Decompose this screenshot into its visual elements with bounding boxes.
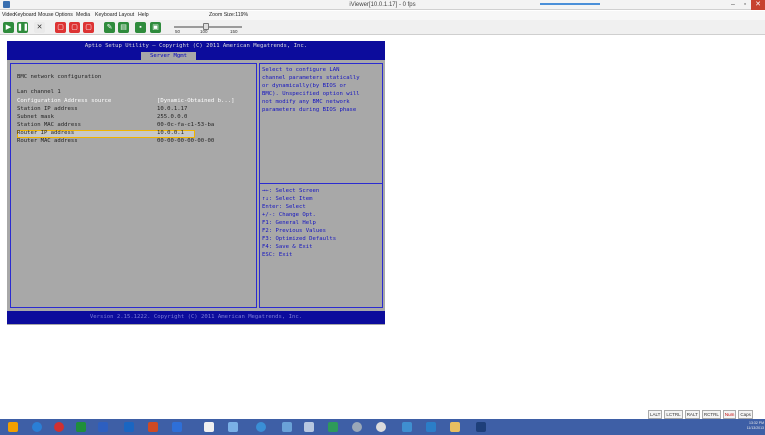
key-indicator-num: Num — [722, 410, 737, 419]
help-line: BMC). Unspecified option will — [262, 91, 360, 97]
key-indicator-caps: Caps — [738, 410, 753, 419]
help-divider — [260, 183, 382, 184]
chrome-icon[interactable] — [54, 422, 64, 432]
station-ip-label: Station IP address — [17, 106, 78, 112]
help-line: or dynamically(by BIOS or — [262, 83, 347, 89]
folder-icon[interactable] — [450, 422, 460, 432]
router-ip-value: 10.0.0.1 — [157, 130, 184, 136]
maximize-button[interactable]: ▫ — [739, 0, 751, 10]
close-button[interactable]: ✕ — [751, 0, 765, 10]
help-line: parameters during BIOS phase — [262, 107, 357, 113]
start-windows-icon[interactable] — [8, 422, 18, 432]
menu-help[interactable]: Help — [138, 11, 149, 20]
pause-icon[interactable]: ❚❚ — [17, 22, 29, 33]
menu-mouse[interactable]: Mouse — [38, 11, 54, 20]
settings-icon[interactable] — [352, 422, 362, 432]
tool-icon[interactable] — [172, 422, 182, 432]
menu-keyboard-layout[interactable]: Keyboard Layout — [95, 11, 134, 20]
tab-server-mgmt[interactable]: Server Mgmt — [141, 52, 196, 60]
tray-clock[interactable]: 13:32 PM 11/13/2013 — [736, 421, 764, 431]
help-panel: Select to configure LAN channel paramete… — [259, 63, 383, 308]
bios-title: Aptio Setup Utility – Copyright (C) 2011… — [84, 43, 308, 49]
router-mac-value: 00-00-00-00-00-00 — [157, 138, 215, 144]
station-mac-label: Station MAC address — [17, 122, 81, 128]
title-progress — [540, 3, 600, 5]
keyboard-icon[interactable]: ▢ — [69, 22, 80, 33]
window-titlebar: iViewer[10.0.1.17] - 0 fps – ▫ ✕ — [0, 0, 765, 10]
station-mac-value: 00-0c-fa-c1-53-ba — [157, 122, 215, 128]
play-icon[interactable]: ▶ — [3, 22, 14, 33]
cdrom-icon[interactable]: ▤ — [118, 22, 129, 33]
key-indicator-lctrl: LCTRL — [664, 410, 683, 419]
terminal-icon[interactable] — [476, 422, 486, 432]
taskbar: 13:32 PM 11/13/2013 — [0, 419, 765, 435]
key-hint: F4: Save & Exit — [262, 244, 313, 250]
bios-screen[interactable]: Aptio Setup Utility – Copyright (C) 2011… — [7, 41, 385, 325]
section-title: BMC network configuration — [17, 74, 102, 80]
key-hint: Enter: Select — [262, 204, 306, 210]
config-address-source-value[interactable]: [Dynamic-Obtained b...] — [157, 98, 234, 105]
settings-panel: BMC network configuration Lan channel 1 … — [10, 63, 257, 308]
zoom-tick-100: 100 — [200, 29, 208, 34]
record-icon[interactable] — [376, 422, 386, 432]
key-hint: F3: Optimized Defaults — [262, 236, 337, 242]
help-line: channel parameters statically — [262, 75, 360, 81]
key-indicators: LALTLCTRLRALTRCTRLNumCapsScroll — [648, 410, 765, 428]
subnet-mask-value: 255.0.0.0 — [157, 114, 188, 120]
config-address-source-label[interactable]: Configuration Address source — [17, 98, 111, 105]
router-ip-label: Router IP address — [17, 130, 75, 136]
help-line: not modify any BMC network — [262, 99, 350, 105]
key-indicator-rctrl: RCTRL — [701, 410, 721, 419]
zoom-tick-150: 150 — [230, 29, 238, 34]
video-record-icon[interactable]: ▣ — [150, 22, 161, 33]
macro-icon[interactable]: ▢ — [83, 22, 94, 33]
key-hint: F1: General Help — [262, 220, 316, 226]
key-indicator-lalt: LALT — [648, 410, 663, 419]
key-indicator-ralt: RALT — [684, 410, 700, 419]
station-ip-value: 10.0.1.17 — [157, 106, 188, 112]
bios-footer: Version 2.15.1222. Copyright (C) 2011 Am… — [7, 311, 385, 324]
key-hint: +/-: Change Opt. — [262, 212, 316, 218]
bios-header: Aptio Setup Utility – Copyright (C) 2011… — [7, 41, 385, 60]
app-icon[interactable] — [328, 422, 338, 432]
subnet-mask-label: Subnet mask — [17, 114, 55, 120]
window-title: iViewer[10.0.1.17] - 0 fps — [349, 2, 416, 8]
key-hint: ↑↓: Select Item — [262, 196, 313, 202]
menu-media[interactable]: Media — [76, 11, 90, 20]
document-icon[interactable] — [228, 422, 238, 432]
mouse-sync-icon[interactable]: ▢ — [55, 22, 66, 33]
lan-channel-label: Lan channel 1 — [17, 89, 61, 95]
network-icon[interactable] — [304, 422, 314, 432]
menu-options[interactable]: Options — [55, 11, 73, 20]
explorer-icon[interactable] — [426, 422, 436, 432]
help-line: Select to configure LAN — [262, 67, 340, 73]
outlook-icon[interactable] — [124, 422, 134, 432]
toolbar: ▶ ❚❚ ✕ ▢ ▢ ▢ ✎ ▤ ▪ ▣ 50 100 150 — [0, 20, 765, 35]
floppy-icon[interactable]: ▪ — [135, 22, 146, 33]
viewer-icon[interactable] — [402, 422, 412, 432]
zoom-tick-50: 50 — [175, 29, 181, 34]
remote-icon[interactable] — [282, 422, 292, 432]
fullscreen-icon[interactable]: ✕ — [34, 22, 45, 33]
word-icon[interactable] — [98, 422, 108, 432]
key-hint: F2: Previous Values — [262, 228, 326, 234]
ie-browser-icon[interactable] — [32, 422, 42, 432]
notepad-icon[interactable] — [204, 422, 214, 432]
globe-icon[interactable] — [256, 422, 266, 432]
minimize-button[interactable]: – — [727, 0, 739, 10]
powerpoint-icon[interactable] — [148, 422, 158, 432]
menu-bar: Video Keyboard Mouse Options Media Keybo… — [0, 11, 765, 20]
hard-disk-icon[interactable]: ✎ — [104, 22, 115, 33]
tray-date: 11/13/2013 — [746, 426, 764, 430]
key-hint: ESC: Exit — [262, 252, 293, 258]
router-mac-label: Router MAC address — [17, 138, 78, 144]
zoom-size-label: Zoom Size:119% — [209, 12, 249, 18]
key-hint: →←: Select Screen — [262, 188, 320, 194]
menu-keyboard[interactable]: Keyboard — [14, 11, 36, 20]
excel-icon[interactable] — [76, 422, 86, 432]
